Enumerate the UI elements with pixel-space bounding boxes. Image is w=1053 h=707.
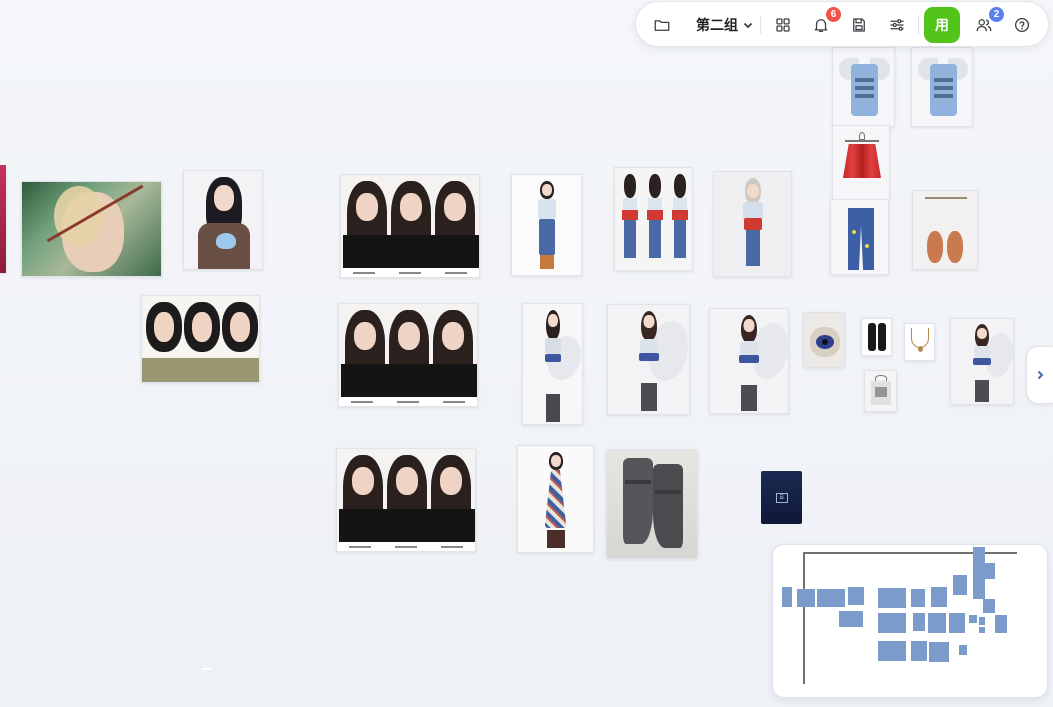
minimap-block <box>949 613 965 633</box>
collaborators-badge: 2 <box>989 7 1004 22</box>
wing-top-2[interactable] <box>911 47 973 127</box>
minimap-block <box>911 589 925 607</box>
jeans-item[interactable] <box>830 199 889 275</box>
outfit-jeans-model[interactable] <box>713 171 792 277</box>
minimap-block <box>953 575 967 595</box>
red-skirt[interactable] <box>832 125 890 200</box>
minimap-block <box>797 589 815 607</box>
outfit-jeans-front[interactable] <box>511 174 582 276</box>
wings-outfit-3[interactable] <box>709 308 789 414</box>
expand-panel-button[interactable] <box>1026 346 1053 404</box>
grid-button[interactable] <box>769 11 797 39</box>
group-name: 第二组 <box>696 17 738 33</box>
outfit-turnaround[interactable] <box>614 167 693 271</box>
wings-outfit-1[interactable] <box>522 303 583 425</box>
notifications-button[interactable]: 6 <box>807 7 841 39</box>
minimap-block <box>878 641 906 661</box>
minimap-block <box>878 588 906 608</box>
necklace[interactable] <box>904 323 935 361</box>
toolbar-divider <box>918 16 919 34</box>
sliders-icon <box>888 16 906 34</box>
help-button[interactable] <box>1008 11 1036 39</box>
gloves[interactable] <box>861 318 892 356</box>
minimap-block <box>928 613 946 633</box>
wing-top-1[interactable] <box>832 47 895 127</box>
minimap-block <box>848 587 864 605</box>
collaborators-button[interactable]: 2 <box>970 7 1004 39</box>
save-icon <box>850 16 868 34</box>
grid-icon <box>774 16 792 34</box>
model-sheet-1[interactable] <box>340 174 480 278</box>
ai-generate-chip[interactable]: ⌸ <box>761 471 802 524</box>
shirt-hanger[interactable] <box>864 370 897 412</box>
canvas-marker <box>202 668 211 670</box>
sandals[interactable] <box>912 190 978 270</box>
help-icon <box>1013 16 1031 34</box>
group-selector[interactable]: 第二组 <box>690 11 760 39</box>
save-button[interactable] <box>845 11 873 39</box>
notifications-badge: 6 <box>826 7 841 22</box>
chevron-down-icon <box>742 19 754 31</box>
model-sheet-2[interactable] <box>338 303 478 407</box>
minimap-block <box>929 642 949 662</box>
toolbar-divider <box>760 16 761 34</box>
minimap-block <box>973 579 985 599</box>
minimap-block <box>839 611 863 627</box>
minimap-block <box>973 563 995 579</box>
minimap-block <box>983 599 995 613</box>
minimap-block <box>959 645 967 655</box>
chevron-right-icon <box>1034 369 1046 381</box>
floral-dress[interactable] <box>517 445 594 553</box>
minimap-block <box>931 587 947 607</box>
minimap-block <box>995 615 1007 633</box>
minimap-block <box>979 617 985 625</box>
minimap[interactable] <box>772 544 1048 698</box>
image-bangs-turnaround[interactable] <box>141 295 260 383</box>
folder-button[interactable] <box>648 11 676 39</box>
image-pink-partial[interactable] <box>0 165 6 273</box>
top-toolbar: 第二组 6 用 2 <box>635 1 1049 47</box>
use-button[interactable]: 用 <box>924 7 960 43</box>
ai-chip-icon: ⌸ <box>775 492 788 503</box>
image-girl-heart-top[interactable] <box>183 170 263 270</box>
folder-icon <box>653 16 671 34</box>
minimap-block <box>969 615 977 623</box>
wings-outfit-2[interactable] <box>607 304 690 415</box>
settings-button[interactable] <box>883 11 911 39</box>
wings-outfit-4[interactable] <box>950 318 1014 405</box>
image-blonde-portrait[interactable] <box>21 181 162 277</box>
minimap-block <box>979 627 985 633</box>
minimap-block <box>782 587 792 607</box>
eye-bag[interactable] <box>803 312 845 368</box>
minimap-block <box>911 641 927 661</box>
minimap-block <box>913 613 925 631</box>
model-sheet-3[interactable] <box>336 448 476 552</box>
minimap-block <box>878 613 906 633</box>
minimap-block <box>817 589 845 607</box>
boots-closeup[interactable] <box>606 449 698 559</box>
